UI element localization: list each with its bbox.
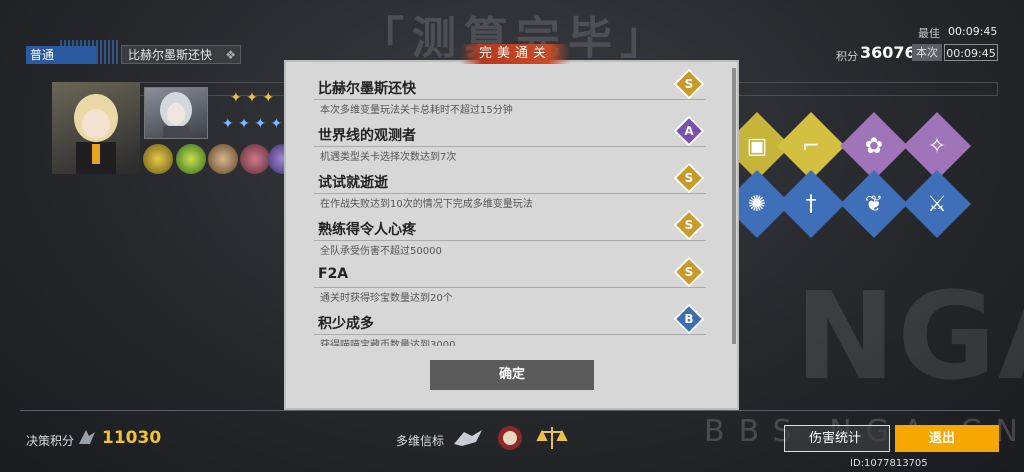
rank-letter: A	[684, 124, 694, 138]
current-time-value: 00:09:45	[944, 44, 998, 61]
layers-icon: ❖	[225, 48, 236, 62]
relic-wings-icon[interactable]	[176, 144, 206, 174]
score-value: 36076	[860, 43, 916, 62]
achievement-divider	[314, 287, 706, 288]
rank-letter: B	[684, 312, 694, 326]
confirm-button[interactable]: 确定	[430, 360, 594, 390]
rank-letter: S	[684, 171, 694, 185]
achievement-name: 熟练得令人心疼	[318, 222, 416, 238]
user-id: ID:1077813705	[850, 458, 928, 469]
dialog-title: 完美通关	[460, 44, 570, 64]
achievement-row: 积少成多 B 获得喵喵宝藏币数量达到3000	[298, 301, 728, 346]
achievement-row: 熟练得令人心疼 S 全队承受伤害不超过50000	[298, 207, 728, 257]
decision-points-icon	[76, 426, 98, 448]
achievement-list[interactable]: 比赫尔墨斯还快 S 本次多维变量玩法关卡总耗时不超过15分钟 世界线的观测者 A 机遇类型…	[298, 66, 728, 346]
relic-blade-icon[interactable]: ⚔	[903, 170, 971, 238]
achievement-name: 比赫尔墨斯还快	[318, 81, 416, 97]
decision-points-label: 决策积分	[26, 434, 75, 448]
relic-crest-icon[interactable]	[240, 144, 270, 174]
relic-eye-icon[interactable]	[143, 144, 173, 174]
rank-letter: S	[684, 77, 694, 91]
achievement-row: 试试就逝逝 S 在作战失败达到10次的情况下完成多维变量玩法	[298, 160, 728, 210]
rank-badge-icon: S	[673, 162, 705, 194]
stage-name: 比赫尔墨斯还快	[128, 48, 213, 62]
beacon-scales-icon[interactable]	[536, 424, 568, 452]
best-time-label: 最佳	[918, 27, 940, 40]
stage-selector[interactable]: 比赫尔墨斯还快 ❖	[121, 45, 241, 64]
dialog-scrollbar[interactable]	[732, 68, 736, 344]
beacon-skull-icon[interactable]	[494, 424, 526, 452]
scrollbar-thumb[interactable]	[732, 68, 736, 344]
damage-stats-button[interactable]: 伤害统计	[784, 425, 890, 452]
rank-badge-icon: B	[673, 303, 705, 335]
rank-badge-icon: A	[673, 115, 705, 147]
achievement-row: F2A S 通关时获得珍宝数量达到20个	[298, 254, 728, 304]
score-label: 积分	[836, 50, 858, 63]
gold-star-icons: ✦ ✦ ✦	[230, 90, 275, 106]
achievement-divider	[314, 99, 706, 100]
beacon-wolf-icon[interactable]	[452, 424, 484, 452]
achievement-name: 试试就逝逝	[318, 175, 388, 191]
beacon-label: 多维信标	[396, 434, 445, 448]
exit-button[interactable]: 退出	[895, 425, 999, 452]
nga-watermark: NGA	[795, 268, 1024, 407]
current-time-label: 本次	[912, 44, 942, 61]
achievement-divider	[314, 193, 706, 194]
relic-laurel-icon[interactable]	[208, 144, 238, 174]
rank-badge-icon: S	[673, 256, 705, 288]
achievement-divider	[314, 334, 706, 335]
achievement-name: 世界线的观测者	[318, 128, 416, 144]
achievement-name: F2A	[318, 266, 349, 282]
achievement-row: 世界线的观测者 A 机遇类型关卡选择次数达到7次	[298, 113, 728, 163]
achievement-divider	[314, 146, 706, 147]
decision-points-value: 11030	[102, 428, 162, 448]
relic-feather-icon[interactable]: ❦	[840, 170, 908, 238]
best-time-value: 00:09:45	[948, 25, 998, 38]
rank-letter: S	[684, 265, 694, 279]
blue-star-icons: ✦ ✦ ✦ ✦	[222, 116, 283, 132]
footer-divider	[20, 410, 1000, 411]
rank-badge-icon: S	[673, 68, 705, 100]
character-portrait-silver	[144, 87, 208, 139]
difficulty-tag: 普通	[26, 46, 96, 64]
achievement-divider	[314, 240, 706, 241]
achievement-row: 比赫尔墨斯还快 S 本次多维变量玩法关卡总耗时不超过15分钟	[298, 66, 728, 116]
achievement-desc: 获得喵喵宝藏币数量达到3000	[320, 340, 456, 346]
achievement-name: 积少成多	[318, 316, 374, 332]
character-portrait-blonde	[52, 82, 140, 174]
rank-badge-icon: S	[673, 209, 705, 241]
relic-sword-icon[interactable]: †	[777, 170, 845, 238]
rank-letter: S	[684, 218, 694, 232]
